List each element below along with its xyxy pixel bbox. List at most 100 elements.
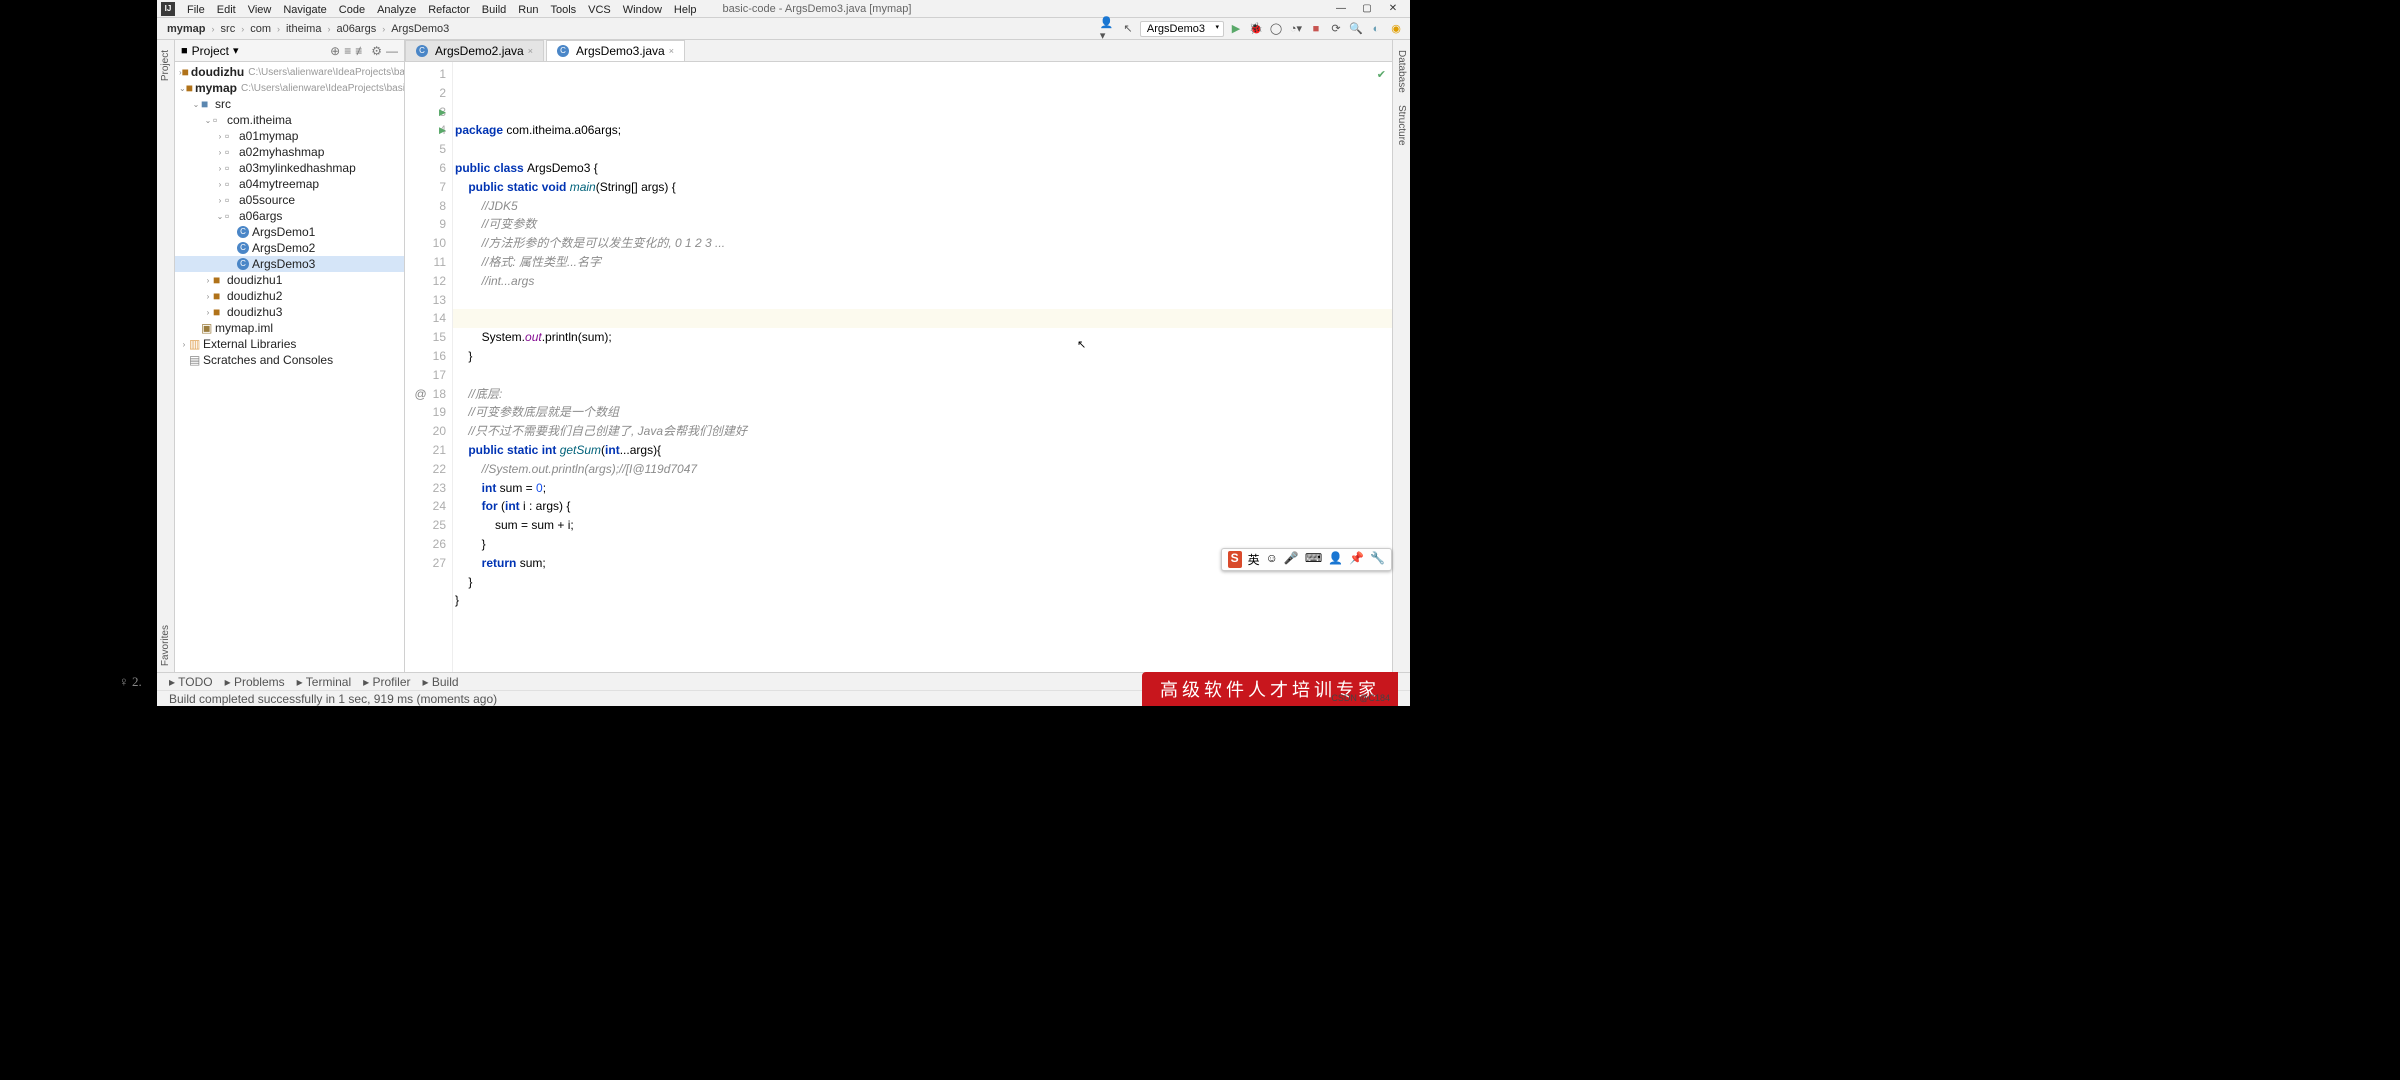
debug-button[interactable]: 🐞 [1248, 21, 1264, 37]
tree-node[interactable]: CArgsDemo3 [175, 256, 404, 272]
breadcrumb-item[interactable]: com [246, 22, 275, 36]
breadcrumb-item[interactable]: itheima [282, 22, 325, 36]
expand-icon[interactable]: ≡ [344, 44, 351, 58]
updates-icon[interactable]: ◉ [1388, 21, 1404, 37]
close-icon[interactable]: × [528, 46, 533, 56]
tool-tab-build[interactable]: ▸ Build [417, 675, 465, 689]
code-line[interactable]: //可变参数底层就是一个数组 [455, 403, 1392, 422]
code-line[interactable] [455, 366, 1392, 385]
code-line[interactable]: } [455, 591, 1392, 610]
code-line[interactable]: //可变参数 [455, 215, 1392, 234]
close-icon[interactable]: × [669, 46, 674, 56]
tree-node[interactable]: ›▥External Libraries [175, 336, 404, 352]
ime-toolbar[interactable]: S 英 ☺ 🎤 ⌨ 👤 📌 🔧 [1221, 548, 1392, 571]
code-line[interactable]: //System.out.println(args);//[I@119d7047 [455, 460, 1392, 479]
menu-window[interactable]: Window [617, 4, 668, 16]
tree-node[interactable]: ▤Scratches and Consoles [175, 352, 404, 368]
ime-lang[interactable]: 英 [1248, 551, 1260, 568]
settings-icon[interactable]: ◐ [1368, 21, 1384, 37]
coverage-button[interactable]: ◯ [1268, 21, 1284, 37]
tree-node[interactable]: ⌄▫com.itheima [175, 112, 404, 128]
menu-run[interactable]: Run [512, 4, 544, 16]
project-tree[interactable]: ›■doudizhuC:\Users\alienware\IdeaProject… [175, 62, 404, 672]
breadcrumb-item[interactable]: ArgsDemo3 [387, 22, 453, 36]
tree-node[interactable]: ›▫a01mymap [175, 128, 404, 144]
side-tab-favorites[interactable]: Favorites [158, 619, 173, 672]
code-line[interactable]: public static void main(String[] args) { [455, 178, 1392, 197]
inspection-check-icon[interactable]: ✔ [1377, 66, 1386, 85]
locate-icon[interactable]: ⊕ [330, 44, 340, 58]
code-line[interactable]: //格式: 属性类型...名字 [455, 253, 1392, 272]
tree-node[interactable]: CArgsDemo2 [175, 240, 404, 256]
maximize-button[interactable]: ▢ [1354, 1, 1380, 17]
stop-button[interactable]: ■ [1308, 21, 1324, 37]
menu-refactor[interactable]: Refactor [422, 4, 476, 16]
tree-node[interactable]: CArgsDemo1 [175, 224, 404, 240]
code-line[interactable] [455, 291, 1392, 310]
ime-user-icon[interactable]: 👤 [1328, 551, 1343, 568]
minimize-button[interactable]: — [1328, 1, 1354, 17]
back-icon[interactable]: ↖ [1120, 21, 1136, 37]
menu-navigate[interactable]: Navigate [277, 4, 332, 16]
menu-edit[interactable]: Edit [211, 4, 242, 16]
tool-tab-todo[interactable]: ▸ TODO [163, 675, 219, 689]
menu-file[interactable]: File [181, 4, 211, 16]
gutter[interactable]: 123▶4▶567891011121314151617@181920212223… [405, 62, 453, 672]
menu-build[interactable]: Build [476, 4, 512, 16]
tree-node[interactable]: ›▫a02myhashmap [175, 144, 404, 160]
menu-view[interactable]: View [242, 4, 278, 16]
code-line[interactable] [455, 610, 1392, 629]
code-line[interactable]: //JDK5 [455, 197, 1392, 216]
code-area[interactable]: ✔ package com.itheima.a06args;public cla… [453, 62, 1392, 672]
run-gutter-icon[interactable]: ▶ [439, 103, 446, 122]
tree-node[interactable]: ›▫a05source [175, 192, 404, 208]
tree-node[interactable]: ▣mymap.iml [175, 320, 404, 336]
code-line[interactable]: int sum = 0; [455, 479, 1392, 498]
code-line[interactable]: public static int getSum(int...args){ [455, 441, 1392, 460]
side-tab-project[interactable]: Project [158, 44, 173, 87]
code-line[interactable]: //只不过不需要我们自己创建了, Java会帮我们创建好 [455, 422, 1392, 441]
close-button[interactable]: ✕ [1380, 1, 1406, 17]
code-line[interactable]: System.out.println(sum); [455, 328, 1392, 347]
breadcrumb-item[interactable]: a06args [332, 22, 380, 36]
ime-pin-icon[interactable]: 📌 [1349, 551, 1364, 568]
collapse-icon[interactable]: ≢ [355, 44, 367, 58]
code-editor[interactable]: 123▶4▶567891011121314151617@181920212223… [405, 62, 1392, 672]
update-button[interactable]: ⟳ [1328, 21, 1344, 37]
ime-tool-icon[interactable]: 🔧 [1370, 551, 1385, 568]
code-line[interactable]: for (int i : args) { [455, 497, 1392, 516]
hide-icon[interactable]: — [386, 44, 398, 58]
menu-tools[interactable]: Tools [544, 4, 582, 16]
tool-tab-profiler[interactable]: ▸ Profiler [357, 675, 416, 689]
menu-analyze[interactable]: Analyze [371, 4, 422, 16]
code-line[interactable]: //底层: [455, 385, 1392, 404]
tree-node[interactable]: ›■doudizhu1 [175, 272, 404, 288]
side-tab-structure[interactable]: Structure [1394, 99, 1409, 152]
tree-node[interactable]: ›■doudizhu3 [175, 304, 404, 320]
tool-tab-problems[interactable]: ▸ Problems [219, 675, 291, 689]
settings-gear-icon[interactable]: ⚙ [371, 44, 382, 58]
tree-node[interactable]: ›▫a04mytreemap [175, 176, 404, 192]
menu-vcs[interactable]: VCS [582, 4, 617, 16]
ime-mic-icon[interactable]: 🎤 [1284, 551, 1299, 568]
profile-button[interactable]: ◔▾ [1288, 21, 1304, 37]
code-line[interactable]: package com.itheima.a06args; [455, 121, 1392, 140]
tree-node[interactable]: ⌄■src [175, 96, 404, 112]
tree-node[interactable]: ›■doudizhu2 [175, 288, 404, 304]
editor-tab[interactable]: CArgsDemo2.java× [405, 40, 544, 61]
tool-tab-terminal[interactable]: ▸ Terminal [291, 675, 358, 689]
code-line[interactable]: sum = sum + i; [455, 516, 1392, 535]
ime-keyboard-icon[interactable]: ⌨ [1305, 551, 1322, 568]
run-gutter-icon[interactable]: ▶ [439, 121, 446, 140]
code-line[interactable] [455, 140, 1392, 159]
search-everywhere-icon[interactable]: 🔍 [1348, 21, 1364, 37]
editor-tab[interactable]: CArgsDemo3.java× [546, 40, 685, 61]
run-button[interactable]: ▶ [1228, 21, 1244, 37]
tree-node[interactable]: ⌄▫a06args [175, 208, 404, 224]
ime-logo-icon[interactable]: S [1228, 551, 1242, 568]
menu-code[interactable]: Code [333, 4, 371, 16]
tree-node[interactable]: ›▫a03mylinkedhashmap [175, 160, 404, 176]
code-line[interactable]: } [455, 347, 1392, 366]
side-tab-database[interactable]: Database [1394, 44, 1409, 99]
breadcrumb-item[interactable]: mymap [163, 22, 210, 36]
